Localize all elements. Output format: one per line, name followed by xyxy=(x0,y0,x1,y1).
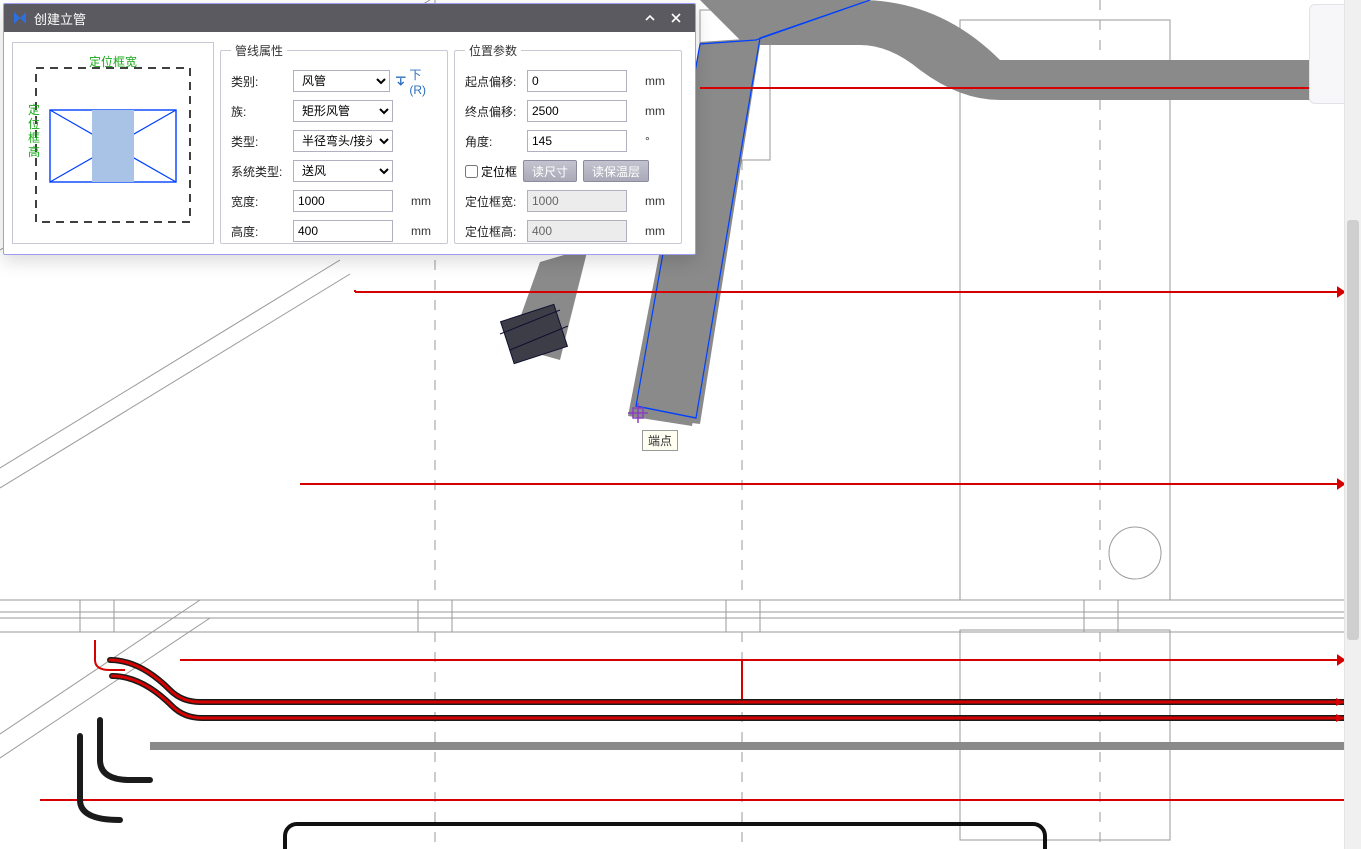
down-action[interactable]: 下(R) xyxy=(394,66,437,97)
family-label: 族: xyxy=(231,103,293,120)
pipe-properties-group: 管线属性 类别: 风管 下(R) xyxy=(220,42,448,244)
preview-left-label: 定 位 框 高 xyxy=(28,102,40,159)
scroll-thumb[interactable] xyxy=(1347,220,1359,640)
height-input[interactable] xyxy=(293,220,393,242)
boxw-input xyxy=(527,190,627,212)
pos-legend: 位置参数 xyxy=(465,42,521,59)
preview-top-label: 定位框宽 xyxy=(89,54,137,69)
width-label: 宽度: xyxy=(231,193,293,210)
width-input[interactable] xyxy=(293,190,393,212)
boxh-input xyxy=(527,220,627,242)
category-label: 类别: xyxy=(231,73,293,90)
dialog-titlebar[interactable]: 创建立管 xyxy=(4,4,695,32)
boxh-label: 定位框高: xyxy=(465,223,527,240)
dialog-title: 创建立管 xyxy=(34,9,637,28)
close-button[interactable] xyxy=(663,7,689,29)
end-unit: mm xyxy=(645,104,671,118)
boxw-label: 定位框宽: xyxy=(465,193,527,210)
end-label: 终点偏移: xyxy=(465,103,527,120)
angle-label: 角度: xyxy=(465,133,527,150)
end-offset-input[interactable] xyxy=(527,100,627,122)
height-unit: mm xyxy=(411,224,437,238)
svg-text:高: 高 xyxy=(28,144,40,159)
family-select[interactable]: 矩形风管 xyxy=(293,100,393,122)
svg-text:框: 框 xyxy=(28,131,40,145)
box-check-label: 定位框 xyxy=(481,163,517,180)
start-unit: mm xyxy=(645,74,671,88)
height-label: 高度: xyxy=(231,223,293,240)
down-action-label: 下(R) xyxy=(409,66,437,97)
chevron-up-icon xyxy=(644,12,656,24)
category-select[interactable]: 风管 xyxy=(293,70,390,92)
props-legend: 管线属性 xyxy=(231,42,287,59)
create-riser-dialog: 创建立管 定位框宽 定 位 框 高 xyxy=(3,3,696,255)
close-icon xyxy=(670,12,682,24)
width-unit: mm xyxy=(411,194,437,208)
read-dimension-button[interactable]: 读尺寸 xyxy=(523,160,577,182)
read-insulation-button[interactable]: 读保温层 xyxy=(583,160,649,182)
type-label: 类型: xyxy=(231,133,293,150)
down-arrow-icon xyxy=(394,74,408,88)
boxh-unit: mm xyxy=(645,224,671,238)
endpoint-tooltip: 端点 xyxy=(642,430,678,451)
position-params-group: 位置参数 起点偏移: mm 终点偏移: mm 角度: ° 定位 xyxy=(454,42,682,244)
boxw-unit: mm xyxy=(645,194,671,208)
systype-label: 系统类型: xyxy=(231,163,293,180)
app-logo-icon xyxy=(12,10,28,26)
svg-text:定: 定 xyxy=(28,102,40,117)
angle-unit: ° xyxy=(645,134,671,148)
start-label: 起点偏移: xyxy=(465,73,527,90)
vertical-scrollbar[interactable] xyxy=(1344,0,1361,849)
preview-panel: 定位框宽 定 位 框 高 xyxy=(12,42,214,244)
box-checkbox[interactable] xyxy=(465,165,478,178)
collapse-button[interactable] xyxy=(637,7,663,29)
start-offset-input[interactable] xyxy=(527,70,627,92)
systype-select[interactable]: 送风 xyxy=(293,160,393,182)
type-select[interactable]: 半径弯头/接头 xyxy=(293,130,393,152)
angle-input[interactable] xyxy=(527,130,627,152)
svg-text:位: 位 xyxy=(28,116,40,131)
